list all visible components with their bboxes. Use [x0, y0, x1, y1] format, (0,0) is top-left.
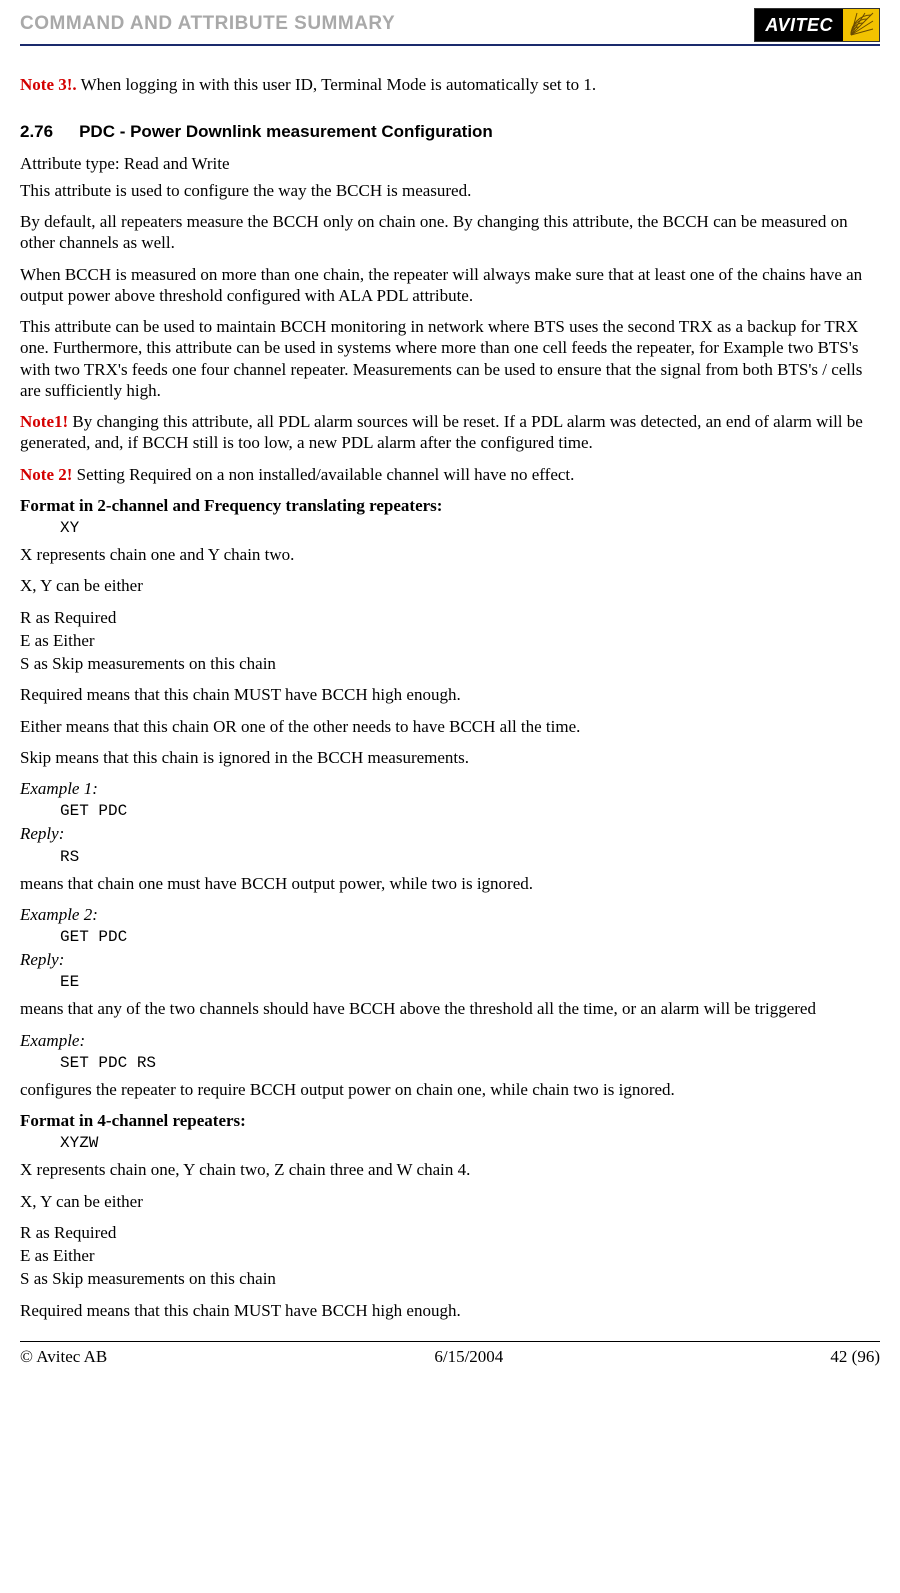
format-2ch-desc: X represents chain one and Y chain two.: [20, 544, 880, 565]
example-3-meaning: configures the repeater to require BCCH …: [20, 1079, 880, 1100]
required-def: Required means that this chain MUST have…: [20, 684, 880, 705]
note-1-label: Note1!: [20, 412, 68, 431]
format-4ch-code: XYZW: [60, 1133, 880, 1153]
page-footer: © Avitec AB 6/15/2004 42 (96): [20, 1346, 880, 1367]
example-1-reply-label: Reply:: [20, 823, 880, 844]
example-2-command: GET PDC: [60, 927, 880, 947]
section-number: 2.76: [20, 122, 53, 141]
logo: AVITEC: [754, 8, 880, 42]
section-heading: 2.76 PDC - Power Downlink measurement Con…: [20, 121, 880, 142]
section-title: PDC - Power Downlink measurement Configu…: [79, 122, 493, 141]
r-line: R as Required: [20, 607, 880, 628]
example-3-command: SET PDC RS: [60, 1053, 880, 1073]
format-4ch-heading: Format in 4-channel repeaters:: [20, 1110, 880, 1131]
note-1: Note1! By changing this attribute, all P…: [20, 411, 880, 454]
example-1-reply: RS: [60, 847, 880, 867]
example-2-reply: EE: [60, 972, 880, 992]
skip-def: Skip means that this chain is ignored in…: [20, 747, 880, 768]
e-line: E as Either: [20, 630, 880, 651]
note-2: Note 2! Setting Required on a non instal…: [20, 464, 880, 485]
example-3-label: Example:: [20, 1030, 880, 1051]
r-line-2: R as Required: [20, 1222, 880, 1243]
footer-copyright: © Avitec AB: [20, 1346, 107, 1367]
s-line: S as Skip measurements on this chain: [20, 653, 880, 674]
paragraph-2: By default, all repeaters measure the BC…: [20, 211, 880, 254]
header-divider: [20, 44, 880, 46]
example-1-meaning: means that chain one must have BCCH outp…: [20, 873, 880, 894]
note-2-label: Note 2!: [20, 465, 72, 484]
example-1-label: Example 1:: [20, 778, 880, 799]
note-3-text: When logging in with this user ID, Termi…: [77, 75, 596, 94]
either-def: Either means that this chain OR one of t…: [20, 716, 880, 737]
xy-either: X, Y can be either: [20, 575, 880, 596]
logo-sun-icon: [843, 9, 879, 41]
paragraph-1: This attribute is used to configure the …: [20, 180, 880, 201]
page-header: COMMAND AND ATTRIBUTE SUMMARY AVITEC: [20, 0, 880, 42]
required-def-2: Required means that this chain MUST have…: [20, 1300, 880, 1321]
format-2ch-code: XY: [60, 518, 880, 538]
paragraph-4: This attribute can be used to maintain B…: [20, 316, 880, 401]
example-2-label: Example 2:: [20, 904, 880, 925]
example-2-reply-label: Reply:: [20, 949, 880, 970]
header-title: COMMAND AND ATTRIBUTE SUMMARY: [20, 8, 395, 36]
paragraph-3: When BCCH is measured on more than one c…: [20, 264, 880, 307]
s-line-2: S as Skip measurements on this chain: [20, 1268, 880, 1289]
note-3: Note 3!. When logging in with this user …: [20, 74, 880, 95]
note-3-label: Note 3!.: [20, 75, 77, 94]
example-1-command: GET PDC: [60, 801, 880, 821]
footer-page: 42 (96): [830, 1346, 880, 1367]
format-2ch-heading: Format in 2-channel and Frequency transl…: [20, 495, 880, 516]
note-1-text: By changing this attribute, all PDL alar…: [20, 412, 863, 452]
example-2-meaning: means that any of the two channels shoul…: [20, 998, 880, 1019]
e-line-2: E as Either: [20, 1245, 880, 1266]
footer-date: 6/15/2004: [434, 1346, 503, 1367]
footer-divider: [20, 1341, 880, 1342]
format-4ch-desc: X represents chain one, Y chain two, Z c…: [20, 1159, 880, 1180]
xy-either-2: X, Y can be either: [20, 1191, 880, 1212]
logo-text: AVITEC: [755, 9, 843, 41]
attribute-type: Attribute type: Read and Write: [20, 153, 880, 174]
note-2-text: Setting Required on a non installed/avai…: [72, 465, 574, 484]
